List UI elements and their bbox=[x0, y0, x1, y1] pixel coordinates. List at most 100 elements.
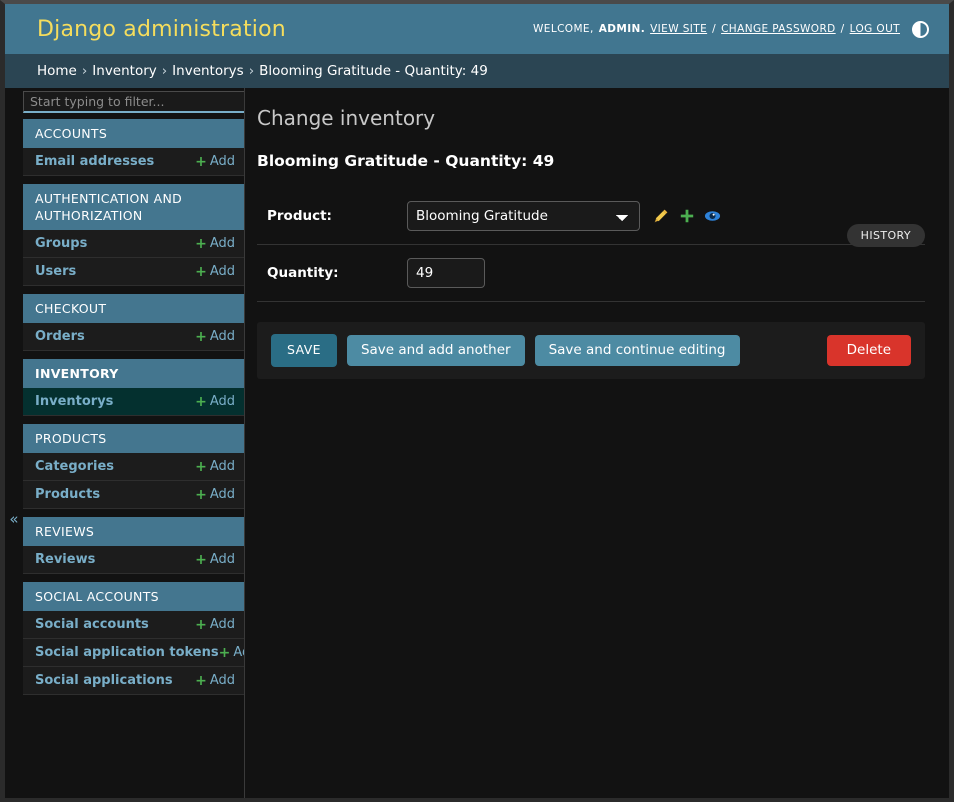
sidebar-item-users[interactable]: Users bbox=[35, 264, 76, 279]
sidebar-add-link-wrapper[interactable]: +Add bbox=[195, 154, 235, 169]
sidebar-add-link-wrapper[interactable]: +Add bbox=[195, 236, 235, 251]
site-branding-title: Django administration bbox=[37, 16, 286, 42]
sidebar-model-row[interactable]: Categories + Add bbox=[23, 453, 244, 481]
sidebar-add-link-wrapper[interactable]: +Add bbox=[195, 264, 235, 279]
form-row-product: Product: Blooming Gratitude bbox=[257, 188, 925, 245]
sidebar-item-inventorys[interactable]: Inventorys bbox=[35, 394, 113, 409]
sidebar-module: SOCIAL ACCOUNTS Social accounts + Add Social… bbox=[23, 582, 244, 695]
sidebar-model-row[interactable]: Products + Add bbox=[23, 481, 244, 509]
sidebar-item-reviews[interactable]: Reviews bbox=[35, 552, 95, 567]
breadcrumb-inventory-app[interactable]: Inventory bbox=[92, 63, 156, 79]
plus-add-icon[interactable] bbox=[678, 208, 695, 225]
breadcrumb-separator: › bbox=[81, 63, 88, 79]
sidebar-model-row[interactable]: Reviews + Add bbox=[23, 546, 244, 574]
nav-sidebar: ACCOUNTSEmail addresses+AddAUTHENTICATIO… bbox=[5, 88, 245, 798]
link-separator-1: / bbox=[712, 23, 717, 35]
sidebar-add-link-wrapper[interactable]: +Add bbox=[195, 552, 235, 567]
sidebar-module-caption: REVIEWS bbox=[23, 517, 244, 546]
breadcrumb-inventorys[interactable]: Inventorys bbox=[172, 63, 244, 79]
sidebar-add-link[interactable]: Add bbox=[210, 552, 235, 567]
sidebar-module: AUTHENTICATION AND AUTHORIZATION Groups + A… bbox=[23, 184, 244, 286]
product-field-label: Product: bbox=[267, 208, 332, 224]
sidebar-modules: ACCOUNTS Email addresses + Add AUTHENTICATIO… bbox=[23, 119, 244, 695]
plus-add-icon: + bbox=[195, 153, 207, 170]
breadcrumb-separator: › bbox=[248, 63, 255, 79]
view-site-link[interactable]: VIEW SITE bbox=[650, 23, 707, 35]
plus-add-icon: + bbox=[195, 672, 207, 689]
theme-toggle-icon[interactable] bbox=[912, 20, 929, 38]
sidebar-item-groups[interactable]: Groups bbox=[35, 236, 87, 251]
sidebar-add-link-wrapper[interactable]: +Add bbox=[195, 617, 235, 632]
object-name-heading: Blooming Gratitude - Quantity: 49 bbox=[257, 152, 555, 170]
save-and-add-another-button[interactable]: Save and add another bbox=[346, 334, 525, 366]
user-tools: WELCOME, ADMIN. VIEW SITE / CHANGE PASSW… bbox=[533, 20, 929, 38]
sidebar-module: PRODUCTS Categories + Add Products + Add bbox=[23, 424, 244, 509]
sidebar-add-link[interactable]: Add bbox=[210, 236, 235, 251]
sidebar-add-link[interactable]: Add bbox=[210, 617, 235, 632]
sidebar-add-link[interactable]: Add bbox=[210, 154, 235, 169]
sidebar-item-email-addresses[interactable]: Email addresses bbox=[35, 154, 154, 169]
sidebar-item-products[interactable]: Products bbox=[35, 487, 100, 502]
link-separator-2: / bbox=[840, 23, 845, 35]
quantity-field-label: Quantity: bbox=[267, 265, 339, 281]
sidebar-model-row[interactable]: Orders + Add bbox=[23, 323, 244, 351]
sidebar-module: INVENTORY Inventorys + Add bbox=[23, 359, 244, 416]
sidebar-add-link-wrapper[interactable]: +Add bbox=[195, 487, 235, 502]
sidebar-module-caption: CHECKOUT bbox=[23, 294, 244, 323]
page-title: Change inventory bbox=[257, 106, 436, 130]
pencil-edit-icon[interactable] bbox=[652, 208, 669, 225]
sidebar-item-social-applications[interactable]: Social applications bbox=[35, 673, 173, 688]
plus-add-icon: + bbox=[195, 458, 207, 475]
sidebar-item-social-accounts[interactable]: Social accounts bbox=[35, 617, 149, 632]
log-out-link[interactable]: LOG OUT bbox=[850, 23, 900, 35]
sidebar-model-row[interactable]: Inventorys + Add bbox=[23, 388, 244, 416]
welcome-text: WELCOME, bbox=[533, 23, 594, 35]
submit-row: SAVE Save and add another Save and conti… bbox=[257, 322, 925, 379]
breadcrumb-home[interactable]: Home bbox=[37, 63, 77, 79]
sidebar-add-link[interactable]: Add bbox=[210, 673, 235, 688]
site-header: Django administration WELCOME, ADMIN. VI… bbox=[5, 4, 949, 54]
sidebar-model-row[interactable]: Social applications + Add bbox=[23, 667, 244, 695]
sidebar-item-social-application-tokens[interactable]: Social application tokens bbox=[35, 645, 219, 660]
product-field-box: Blooming Gratitude bbox=[407, 201, 721, 231]
sidebar-add-link-wrapper[interactable]: +Add bbox=[195, 459, 235, 474]
sidebar-module: CHECKOUT Orders + Add bbox=[23, 294, 244, 351]
main-layout: ACCOUNTSEmail addresses+AddAUTHENTICATIO… bbox=[5, 88, 949, 798]
sidebar-add-link[interactable]: Add bbox=[210, 459, 235, 474]
delete-button[interactable]: Delete bbox=[826, 334, 911, 366]
plus-add-icon: + bbox=[195, 551, 207, 568]
sidebar-module-caption: INVENTORY bbox=[23, 359, 244, 388]
sidebar-add-link[interactable]: Add bbox=[210, 394, 235, 409]
sidebar-add-link-wrapper[interactable]: +Add bbox=[195, 394, 235, 409]
sidebar-module: ACCOUNTS Email addresses + Add bbox=[23, 119, 244, 176]
product-select[interactable]: Blooming Gratitude bbox=[407, 201, 640, 231]
sidebar-model-row[interactable]: Social accounts + Add bbox=[23, 611, 244, 639]
change-password-link[interactable]: CHANGE PASSWORD bbox=[721, 23, 836, 35]
sidebar-model-row[interactable]: Users + Add bbox=[23, 258, 244, 286]
sidebar-module-caption: SOCIAL ACCOUNTS bbox=[23, 582, 244, 611]
quantity-field-box bbox=[407, 258, 485, 288]
save-button[interactable]: SAVE bbox=[271, 334, 337, 367]
sidebar-add-link-wrapper[interactable]: +Add bbox=[218, 644, 244, 661]
sidebar-add-link-wrapper[interactable]: +Add bbox=[195, 329, 235, 344]
sidebar-add-link[interactable]: Add bbox=[233, 645, 244, 660]
plus-add-icon: + bbox=[218, 644, 231, 661]
form-row-quantity: Quantity: bbox=[257, 245, 925, 302]
quantity-input[interactable] bbox=[407, 258, 485, 288]
object-tools: HISTORY bbox=[846, 224, 925, 247]
sidebar-add-link[interactable]: Add bbox=[210, 487, 235, 502]
content-main: Change inventory HISTORY Blooming Gratit… bbox=[245, 88, 949, 798]
sidebar-collapse-toggle[interactable]: « bbox=[5, 506, 23, 532]
sidebar-model-row[interactable]: Social application tokens+Add bbox=[23, 639, 244, 667]
history-button[interactable]: HISTORY bbox=[846, 224, 925, 247]
eye-view-icon[interactable] bbox=[704, 208, 721, 225]
sidebar-add-link-wrapper[interactable]: +Add bbox=[195, 673, 235, 688]
sidebar-model-row[interactable]: Email addresses + Add bbox=[23, 148, 244, 176]
sidebar-model-row[interactable]: Groups + Add bbox=[23, 230, 244, 258]
save-and-continue-editing-button[interactable]: Save and continue editing bbox=[534, 334, 740, 366]
sidebar-item-categories[interactable]: Categories bbox=[35, 459, 114, 474]
sidebar-item-orders[interactable]: Orders bbox=[35, 329, 85, 344]
sidebar-add-link[interactable]: Add bbox=[210, 329, 235, 344]
sidebar-filter-input[interactable] bbox=[23, 91, 244, 113]
sidebar-add-link[interactable]: Add bbox=[210, 264, 235, 279]
